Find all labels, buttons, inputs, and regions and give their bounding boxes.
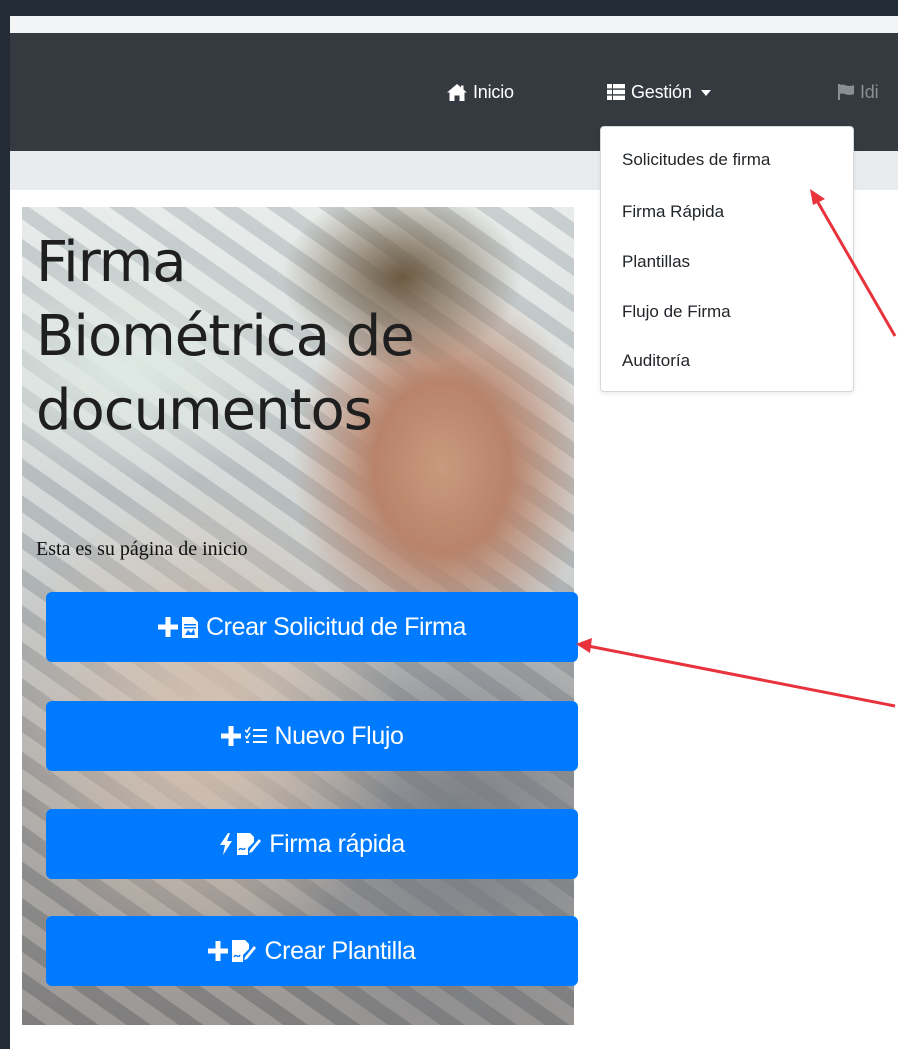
button-label: Crear Plantilla xyxy=(264,936,416,965)
nav-item-label: Gestión xyxy=(631,81,692,102)
annotation-arrow xyxy=(576,638,896,708)
dropdown-item-auditoria[interactable]: Auditoría xyxy=(622,351,690,371)
plus-icon xyxy=(158,617,179,637)
home-icon xyxy=(447,83,467,101)
page-subtitle: Esta es su página de inicio xyxy=(36,538,248,560)
title-line: documentos xyxy=(36,378,373,443)
quick-sign-button[interactable]: Firma rápida xyxy=(46,809,578,879)
list-icon xyxy=(607,84,625,100)
button-label: Crear Solicitud de Firma xyxy=(206,612,466,641)
button-label: Firma rápida xyxy=(269,829,405,858)
page: Inicio Gestión Idi Firma Biométrica de d… xyxy=(10,16,898,1049)
checklist-icon xyxy=(244,727,267,745)
dropdown-item-flujo-de-firma[interactable]: Flujo de Firma xyxy=(622,302,731,322)
create-signature-request-button[interactable]: Crear Solicitud de Firma xyxy=(46,592,578,662)
window-frame-top xyxy=(0,0,898,16)
top-strip xyxy=(10,16,898,33)
title-line: Biométrica de xyxy=(36,304,415,369)
nav-item-inicio[interactable]: Inicio xyxy=(447,33,514,151)
nav-item-label: Inicio xyxy=(473,81,514,102)
plus-icon xyxy=(220,726,241,746)
title-line: Firma xyxy=(36,230,187,295)
window-frame-left xyxy=(0,0,10,1049)
signature-icon xyxy=(232,940,257,962)
button-label: Nuevo Flujo xyxy=(274,721,404,750)
dropdown-item-solicitudes-de-firma[interactable]: Solicitudes de firma xyxy=(622,150,770,170)
flag-icon xyxy=(838,84,854,100)
page-title: Firma Biométrica de documentos xyxy=(36,226,576,448)
plus-icon xyxy=(208,941,229,961)
dropdown-item-firma-rapida[interactable]: Firma Rápida xyxy=(622,202,724,222)
lightning-icon xyxy=(219,833,233,855)
caret-down-icon xyxy=(700,90,711,96)
nav-item-label: Idi xyxy=(860,81,879,102)
create-template-button[interactable]: Crear Plantilla xyxy=(46,916,578,986)
gestion-dropdown-menu: Solicitudes de firma Firma Rápida Planti… xyxy=(600,126,854,392)
dropdown-item-plantillas[interactable]: Plantillas xyxy=(622,252,690,272)
signature-icon xyxy=(237,833,262,855)
pdf-document-icon xyxy=(182,616,199,638)
new-flow-button[interactable]: Nuevo Flujo xyxy=(46,701,578,771)
